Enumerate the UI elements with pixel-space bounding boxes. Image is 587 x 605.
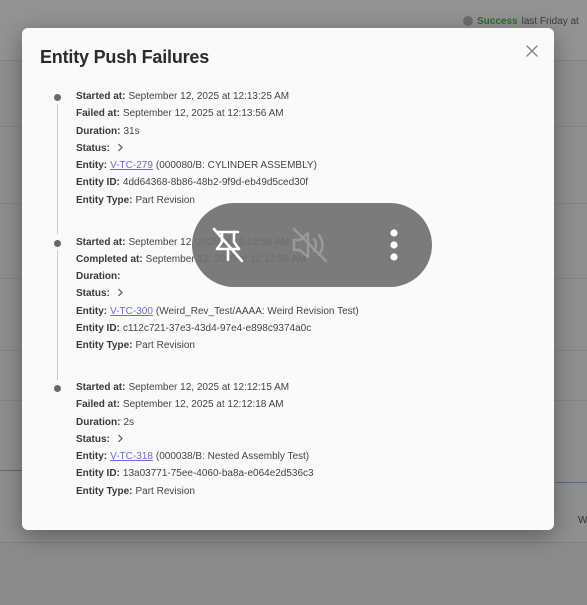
more-options-button[interactable] (382, 225, 406, 265)
modal-title: Entity Push Failures (40, 47, 210, 67)
entity-id-label: Entity ID: (76, 468, 120, 480)
background-chart-line (555, 482, 587, 483)
duration-value: 31s (123, 125, 140, 137)
status-success-text: Success (477, 15, 518, 27)
entity-description: (Weird_Rev_Test/AAAA: Weird Revision Tes… (155, 305, 359, 317)
entity-id-value: c112c721-37e3-43d4-97e4-e898c9374a0c (122, 322, 312, 334)
failed-at-row: Failed at: September 12, 2025 at 12:12:18… (76, 398, 532, 415)
status-row[interactable]: Status: (76, 433, 532, 450)
pin-off-icon (212, 227, 244, 263)
entity-id-row: Entity ID: 13a03771-75ee-4060-ba8a-e064e2… (76, 467, 532, 484)
timeline-bullet (54, 385, 61, 392)
failed-at-value: September 12, 2025 at 12:12:18 AM (122, 399, 284, 411)
status-row[interactable]: Status: (76, 287, 532, 304)
started-at-row: Started at: September 12, 2025 at 12:13:2… (76, 90, 532, 107)
entity-label: Entity: (76, 160, 108, 172)
failed-at-row: Failed at: September 12, 2025 at 12:13:56… (76, 107, 532, 124)
entity-row: Entity: V-TC-300 (Weird_Rev_Test/AAAA: Wei… (76, 305, 532, 322)
status-dot-icon (463, 16, 473, 26)
entity-label: Entity: (76, 305, 108, 317)
entity-type-row: Entity Type: Part Revision (76, 339, 532, 356)
started-at-value: September 12, 2025 at 12:12:15 AM (128, 382, 290, 393)
entity-link[interactable]: V-TC-279 (110, 160, 153, 171)
status-suffix-text: last Friday at (521, 15, 579, 27)
started-at-row: Started at: September 12, 2025 at 12:12:1… (76, 381, 532, 398)
entity-link[interactable]: V-TC-300 (110, 306, 153, 317)
entity-id-label: Entity ID: (76, 177, 120, 189)
status-label: Status: (76, 288, 110, 300)
entity-type-label: Entity Type: (76, 194, 133, 206)
started-at-label: Started at: (76, 236, 126, 248)
entity-row: Entity: V-TC-318 (000038/B: Nested Assembl… (76, 450, 532, 467)
timeline-rail (57, 249, 58, 380)
entity-id-value: 13a03771-75ee-4060-ba8a-e064e2d536c3 (122, 468, 314, 480)
duration-value: 2s (123, 416, 135, 428)
chevron-right-icon[interactable] (117, 434, 124, 447)
entity-type-row: Entity Type: Part Revision (76, 485, 532, 502)
failed-at-label: Failed at: (76, 399, 120, 411)
started-at-label: Started at: (76, 382, 126, 393)
failed-at-value: September 12, 2025 at 12:13:56 AM (122, 108, 284, 120)
entity-type-label: Entity Type: (76, 485, 133, 497)
timeline-entry: Started at: September 12, 2025 at 12:12:1… (52, 381, 532, 506)
close-icon (526, 45, 538, 57)
unpin-button[interactable] (206, 225, 250, 265)
close-button[interactable] (524, 43, 540, 59)
timeline-bullet (54, 94, 61, 101)
entity-description: (000038/B: Nested Assembly Test) (155, 451, 310, 463)
duration-row: Duration: 2s (76, 416, 532, 433)
entity-description: (000080/B: CYLINDER ASSEMBLY) (155, 160, 317, 172)
entity-id-value: 4dd64368-8b86-48b2-9f9d-eb49d5ced30f (122, 177, 309, 189)
entity-id-row: Entity ID: 4dd64368-8b86-48b2-9f9d-eb49d5… (76, 176, 532, 193)
duration-label: Duration: (76, 125, 121, 137)
chevron-right-icon[interactable] (117, 288, 124, 301)
more-vertical-icon (390, 229, 398, 261)
unmute-button[interactable] (288, 225, 332, 265)
started-at-label: Started at: (76, 91, 126, 102)
duration-row: Duration: 31s (76, 125, 532, 142)
timeline-rail (57, 104, 58, 234)
background-text: W (578, 515, 587, 526)
timeline-bullet (54, 239, 61, 247)
failed-at-label: Failed at: (76, 108, 120, 120)
status-label: Status: (76, 433, 110, 445)
entity-row: Entity: V-TC-279 (000080/B: CYLINDER ASSEM… (76, 159, 532, 176)
started-at-value: September 12, 2025 at 12:13:25 AM (128, 91, 290, 102)
entity-id-label: Entity ID: (76, 322, 120, 334)
entity-type-value: Part Revision (135, 340, 195, 352)
entity-type-value: Part Revision (135, 485, 195, 497)
background-chart-line (0, 470, 22, 471)
status-label: Status: (76, 142, 110, 154)
completed-at-label: Completed at: (76, 253, 143, 265)
entity-label: Entity: (76, 451, 108, 463)
chevron-right-icon[interactable] (117, 143, 124, 156)
entity-type-value: Part Revision (135, 194, 195, 206)
status-row[interactable]: Status: (76, 142, 532, 159)
entity-id-row: Entity ID: c112c721-37e3-43d4-97e4-e898c9… (76, 322, 532, 339)
failures-timeline: Started at: September 12, 2025 at 12:13:2… (52, 90, 532, 506)
duration-label: Duration: (76, 271, 121, 283)
volume-off-icon (292, 227, 328, 263)
duration-label: Duration: (76, 416, 121, 428)
entity-link[interactable]: V-TC-318 (110, 451, 153, 462)
background-footer (0, 542, 587, 605)
entity-type-label: Entity Type: (76, 340, 133, 352)
media-controls-overlay (192, 203, 432, 287)
